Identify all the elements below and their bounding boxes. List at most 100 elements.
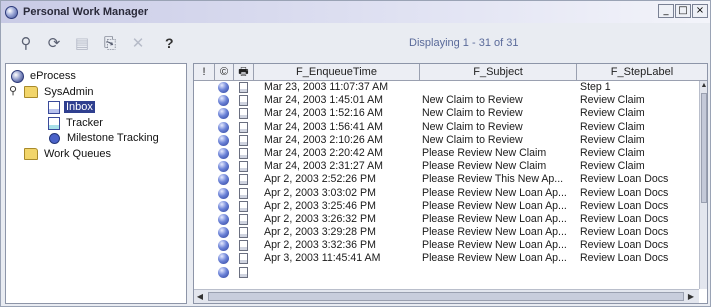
work-item-status-icon	[218, 108, 229, 120]
tree-item-tracker[interactable]: Tracker	[48, 115, 105, 131]
step-label-cell: Review Loan Docs	[580, 252, 669, 265]
subject-cell: New Claim to Review	[422, 107, 523, 120]
subject-cell	[422, 266, 577, 279]
tree-item-milestone-tracking[interactable]: Milestone Tracking	[48, 130, 161, 146]
table-row[interactable]: Apr 3, 2003 11:45:41 AM Please Review New…	[194, 252, 699, 265]
dispatch-icon[interactable]: ⎘	[99, 32, 121, 54]
horizontal-scrollbar[interactable]: ◀ ▶	[194, 289, 699, 303]
app-globe-icon	[5, 5, 18, 19]
work-item-status-icon	[218, 213, 229, 225]
horizontal-scroll-thumb[interactable]	[208, 292, 684, 301]
tree-item-eprocess[interactable]: eProcess	[11, 68, 78, 84]
scroll-up-arrow-icon[interactable]: ▲	[700, 81, 707, 91]
tree-item-work-queues[interactable]: Work Queues	[24, 146, 113, 162]
step-label-cell: Review Claim	[580, 146, 645, 159]
help-button[interactable]: ?	[165, 35, 174, 51]
tree-item-label: Work Queues	[44, 148, 112, 160]
table-row[interactable]: Apr 2, 2003 3:29:28 PM Please Review New …	[194, 226, 699, 239]
step-label-cell: Review Claim	[580, 107, 645, 120]
enqueue-time-cell: Apr 2, 2003 3:25:46 PM	[264, 199, 376, 212]
document-icon	[239, 227, 248, 239]
tree-item-label: Milestone Tracking	[67, 132, 159, 144]
document-icon	[239, 82, 248, 93]
work-item-status-icon	[218, 266, 229, 278]
document-icon	[239, 134, 248, 146]
work-item-status-icon	[218, 240, 229, 252]
table-row[interactable]: Apr 2, 2003 3:32:36 PM Please Review New …	[194, 239, 699, 252]
subject-cell: Please Review New Loan Ap...	[422, 239, 567, 252]
subject-cell: Please Review New Claim	[422, 160, 547, 173]
title-bar[interactable]: Personal Work Manager _ □ ×	[1, 1, 710, 23]
table-row[interactable]	[194, 266, 699, 279]
table-row[interactable]: Mar 24, 2003 1:52:16 AM New Claim to Revi…	[194, 107, 699, 120]
subject-cell: Please Review New Claim	[422, 146, 547, 159]
step-label-cell: Review Loan Docs	[580, 212, 669, 225]
enqueue-time-cell: Apr 2, 2003 3:26:32 PM	[264, 212, 376, 225]
table-row[interactable]: Apr 2, 2003 3:25:46 PM Please Review New …	[194, 200, 699, 213]
step-label-cell: Review Loan Docs	[580, 199, 669, 212]
vertical-scrollbar[interactable]: ▲	[699, 81, 707, 289]
grid-header: ! © 🖶 F_EnqueueTime F_Subject F_StepLabe…	[194, 64, 707, 81]
find-work-icon[interactable]: ⚲	[15, 32, 37, 54]
work-item-status-icon	[218, 187, 229, 199]
navigation-tree: eProcess ⚲ SysAdmin Inbox Tracker Milest…	[5, 63, 187, 304]
table-row[interactable]: Mar 24, 2003 2:10:26 AM New Claim to Revi…	[194, 134, 699, 147]
work-item-status-icon	[218, 134, 229, 146]
toolbar: ⚲ ⟳ ▤ ⎘ ✕ ? Displaying 1 - 31 of 31	[1, 23, 710, 63]
work-item-status-icon	[218, 161, 229, 173]
grid-rows: Mar 23, 2003 11:07:37 AM Step 1 Mar 24, 20…	[194, 81, 699, 279]
step-label-cell: Review Claim	[580, 133, 645, 146]
table-row[interactable]: Mar 24, 2003 1:56:41 AM New Claim to Revi…	[194, 121, 699, 134]
table-row[interactable]: Mar 24, 2003 2:31:27 AM Please Review New…	[194, 160, 699, 173]
column-header-print[interactable]: 🖶	[234, 64, 254, 81]
personal-work-manager-window: Personal Work Manager _ □ × ⚲ ⟳ ▤ ⎘ ✕ ? …	[0, 0, 711, 307]
document-icon	[239, 147, 248, 159]
table-row[interactable]: Mar 24, 2003 2:20:42 AM Please Review New…	[194, 147, 699, 160]
step-label-cell: Review Loan Docs	[580, 186, 669, 199]
tree-item-sysadmin[interactable]: SysAdmin	[24, 84, 96, 100]
step-label-cell: Review Claim	[580, 120, 645, 133]
work-item-status-icon	[218, 82, 229, 93]
scroll-left-arrow-icon[interactable]: ◀	[194, 290, 206, 303]
document-icon	[239, 161, 248, 173]
column-header-subject[interactable]: F_Subject	[420, 64, 577, 81]
column-header-priority[interactable]: !	[194, 64, 215, 81]
work-item-grid: ! © 🖶 F_EnqueueTime F_Subject F_StepLabe…	[193, 63, 708, 304]
table-row[interactable]: Mar 24, 2003 1:45:01 AM New Claim to Revi…	[194, 94, 699, 107]
subject-cell: New Claim to Review	[422, 120, 523, 133]
document-icon	[239, 108, 248, 120]
enqueue-time-cell: Mar 23, 2003 11:07:37 AM	[264, 81, 389, 93]
work-item-status-icon	[218, 253, 229, 265]
table-row[interactable]: Apr 2, 2003 3:03:02 PM Please Review New …	[194, 187, 699, 200]
tree-item-label: eProcess	[30, 70, 76, 82]
vertical-scroll-thumb[interactable]	[701, 93, 707, 203]
column-header-status[interactable]: ©	[215, 64, 234, 81]
enqueue-time-cell: Mar 24, 2003 1:52:16 AM	[264, 107, 383, 120]
close-button[interactable]: ×	[692, 4, 708, 18]
subject-cell: Please Review New Loan Ap...	[422, 226, 567, 239]
table-row[interactable]: Apr 2, 2003 2:52:26 PM Please Review This…	[194, 173, 699, 186]
step-label-cell: Review Loan Docs	[580, 239, 669, 252]
scroll-right-arrow-icon[interactable]: ▶	[685, 290, 697, 303]
subject-cell: Please Review New Loan Ap...	[422, 212, 567, 225]
document-icon	[239, 187, 248, 199]
step-label-cell: Review Claim	[580, 94, 645, 107]
subject-cell	[422, 81, 577, 94]
step-label-cell: Step 1	[580, 81, 611, 93]
window-title: Personal Work Manager	[23, 6, 149, 18]
column-header-enqueue-time[interactable]: F_EnqueueTime	[254, 64, 420, 81]
refresh-icon[interactable]: ⟳	[43, 32, 65, 54]
maximize-button[interactable]: □	[675, 4, 691, 18]
table-row[interactable]: Apr 2, 2003 3:26:32 PM Please Review New …	[194, 213, 699, 226]
tree-item-inbox[interactable]: Inbox	[48, 99, 95, 115]
step-label-cell: Review Loan Docs	[580, 226, 669, 239]
enqueue-time-cell: Apr 2, 2003 3:32:36 PM	[264, 239, 376, 252]
tree-expand-toggle[interactable]: ⚲	[9, 84, 18, 98]
table-row[interactable]: Mar 23, 2003 11:07:37 AM Step 1	[194, 81, 699, 94]
minimize-button[interactable]: _	[658, 4, 674, 18]
tracker-icon	[48, 116, 60, 130]
window-controls: _ □ ×	[658, 4, 708, 18]
column-header-step-label[interactable]: F_StepLabel	[577, 64, 707, 81]
delete-icon: ✕	[131, 34, 145, 52]
work-item-status-icon	[218, 227, 229, 239]
